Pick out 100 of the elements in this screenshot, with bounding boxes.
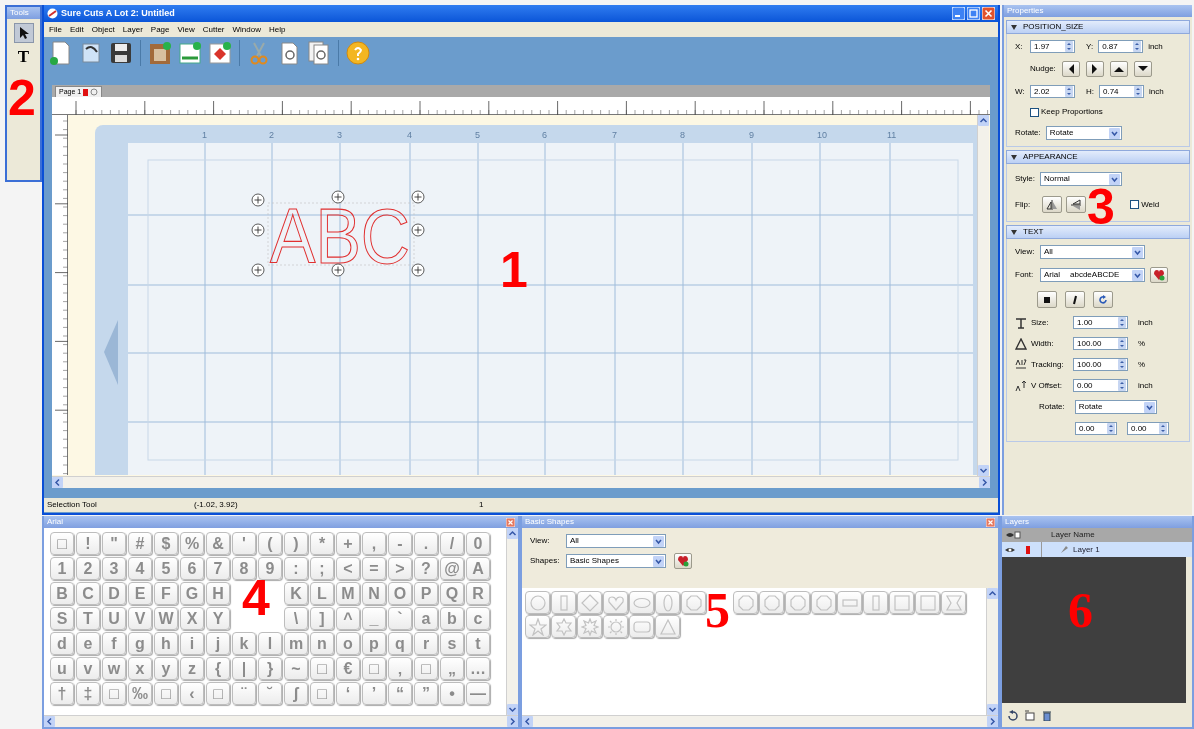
selection-tool[interactable] <box>13 23 34 43</box>
glyph-tile[interactable]: — <box>466 682 490 705</box>
glyph-tile[interactable]: ‘ <box>336 682 360 705</box>
scroll-right-icon[interactable] <box>987 716 998 727</box>
section-header[interactable]: TEXT <box>1006 225 1190 239</box>
shape-tile[interactable] <box>759 591 784 614</box>
glyph-tile[interactable]: ? <box>414 557 438 580</box>
number-field[interactable]: 1.00 <box>1073 316 1128 329</box>
glyph-tile[interactable]: □ <box>154 682 178 705</box>
glyph-tile[interactable]: H <box>206 582 230 605</box>
glyph-tile[interactable]: 3 <box>102 557 126 580</box>
menu-item[interactable]: Help <box>268 23 286 36</box>
glyph-tile[interactable]: 9 <box>258 557 282 580</box>
glyph-tile[interactable]: y <box>154 657 178 680</box>
help-icon[interactable] <box>345 40 371 67</box>
menu-item[interactable]: Edit <box>69 23 84 36</box>
glyph-tile[interactable]: l <box>258 632 282 655</box>
spin-arrows-icon[interactable] <box>1065 86 1073 97</box>
vertical-scrollbar[interactable] <box>986 588 998 715</box>
glyph-tile[interactable]: * <box>310 532 334 555</box>
dropdown-arrow-icon[interactable] <box>1132 246 1143 258</box>
glyph-tile[interactable]: ‹ <box>180 682 204 705</box>
glyph-tile[interactable]: n <box>310 632 334 655</box>
glyph-tile[interactable]: € <box>336 657 360 680</box>
glyph-tile[interactable]: x <box>128 657 152 680</box>
glyph-tile[interactable]: 1 <box>50 557 74 580</box>
glyph-tile[interactable]: 7 <box>206 557 230 580</box>
glyph-tile[interactable]: P <box>414 582 438 605</box>
scroll-up-icon[interactable] <box>978 115 989 126</box>
glyph-tile[interactable]: - <box>388 532 412 555</box>
flip-button[interactable] <box>1066 196 1087 213</box>
glyph-tile[interactable]: % <box>180 532 204 555</box>
glyph-tile[interactable]: E <box>128 582 152 605</box>
glyph-tile[interactable]: ʃ <box>284 682 308 705</box>
glyph-tile[interactable]: ' <box>232 532 256 555</box>
scroll-down-icon[interactable] <box>978 465 989 476</box>
rotate-layer-icon[interactable] <box>1007 709 1018 721</box>
delete-icon[interactable] <box>1041 709 1052 721</box>
number-field[interactable]: 0.00 <box>1075 422 1117 435</box>
number-field[interactable]: 0.00 <box>1127 422 1169 435</box>
glyph-tile[interactable]: ” <box>414 682 438 705</box>
glyph-tile[interactable]: C <box>76 582 100 605</box>
glyph-tile[interactable]: N <box>362 582 386 605</box>
menu-item[interactable]: View <box>177 23 195 36</box>
glyph-tile[interactable]: , <box>362 532 386 555</box>
shape-tile[interactable] <box>603 615 628 638</box>
text-tool[interactable]: T <box>13 46 34 66</box>
glyph-tile[interactable]: ~ <box>284 657 308 680</box>
spin-arrows-icon[interactable] <box>1118 338 1126 349</box>
glyph-tile[interactable]: □ <box>206 682 230 705</box>
glyph-tile[interactable]: { <box>206 657 230 680</box>
shape-tile[interactable] <box>863 591 888 614</box>
glyph-tile[interactable]: 4 <box>128 557 152 580</box>
vertical-scrollbar[interactable] <box>506 528 518 715</box>
shape-tile[interactable] <box>577 591 602 614</box>
glyph-tile[interactable]: + <box>336 532 360 555</box>
glyph-tile[interactable]: p <box>362 632 386 655</box>
glyph-tile[interactable]: h <box>154 632 178 655</box>
transform-handle-icon[interactable] <box>411 263 425 277</box>
glyph-tile[interactable]: 8 <box>232 557 256 580</box>
glyph-tile[interactable]: = <box>362 557 386 580</box>
close-icon[interactable] <box>982 7 995 20</box>
spin-arrows-icon[interactable] <box>1107 423 1115 434</box>
scroll-left-icon[interactable] <box>44 716 55 727</box>
glyph-tile[interactable]: □ <box>102 682 126 705</box>
glyph-tile[interactable]: | <box>232 657 256 680</box>
style-button[interactable] <box>1065 291 1085 308</box>
number-field[interactable]: 0.87 <box>1098 40 1144 53</box>
dropdown-arrow-icon[interactable] <box>653 555 664 567</box>
shape-tile[interactable] <box>941 591 966 614</box>
scroll-down-icon[interactable] <box>507 704 518 715</box>
dropdown-arrow-icon[interactable] <box>1132 269 1143 281</box>
number-field[interactable]: 100.00 <box>1073 337 1128 350</box>
trace-image-icon[interactable] <box>147 40 173 67</box>
horizontal-scrollbar[interactable] <box>522 715 998 727</box>
glyph-tile[interactable]: M <box>336 582 360 605</box>
menu-item[interactable]: Object <box>91 23 115 36</box>
glyph-tile[interactable]: S <box>50 607 74 630</box>
glyph-tile[interactable]: ] <box>310 607 334 630</box>
glyph-tile[interactable]: # <box>128 532 152 555</box>
dropdown-arrow-icon[interactable] <box>1109 173 1120 185</box>
spin-arrows-icon[interactable] <box>1133 41 1142 52</box>
shape-tile[interactable] <box>733 591 758 614</box>
glyph-tile[interactable]: Q <box>440 582 464 605</box>
shape-tile[interactable] <box>889 591 914 614</box>
transform-handle-icon[interactable] <box>331 263 345 277</box>
dropdown-arrow-icon[interactable] <box>1143 401 1155 413</box>
scroll-down-icon[interactable] <box>987 704 998 715</box>
glyph-tile[interactable]: j <box>206 632 230 655</box>
dropdown-arrow-icon[interactable] <box>653 535 664 547</box>
shape-tile[interactable] <box>915 591 940 614</box>
spin-arrows-icon[interactable] <box>1065 41 1073 52</box>
menu-item[interactable]: File <box>49 23 62 36</box>
shape-tile[interactable] <box>551 591 576 614</box>
shape-tile[interactable] <box>837 591 862 614</box>
multi-page-preview-icon[interactable] <box>306 40 332 67</box>
layer-row[interactable]: Layer 1 <box>1002 542 1192 557</box>
number-field[interactable]: 100.00 <box>1073 358 1128 371</box>
glyph-tile[interactable]: @ <box>440 557 464 580</box>
glyph-tile[interactable]: w <box>102 657 126 680</box>
